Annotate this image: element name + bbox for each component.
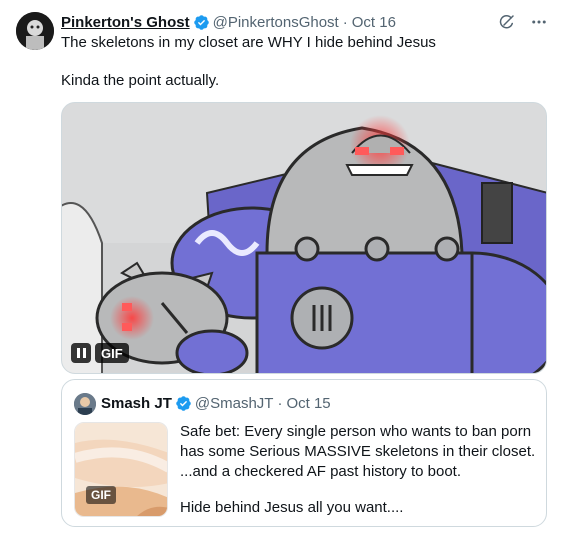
quoted-author-avatar[interactable]	[74, 393, 96, 415]
pause-icon[interactable]	[71, 343, 91, 363]
more-icon[interactable]	[529, 12, 549, 32]
author-handle[interactable]: @PinkertonsGhost	[213, 14, 339, 31]
gif-controls: GIF	[71, 343, 129, 363]
verified-badge-icon	[175, 395, 192, 412]
top-actions	[497, 12, 549, 32]
quoted-author-handle[interactable]: @SmashJT	[195, 395, 274, 412]
grok-icon[interactable]	[497, 12, 517, 32]
tweet-text-line-2: Kinda the point actually.	[61, 72, 220, 89]
quoted-text: Safe bet: Every single person who wants …	[180, 422, 535, 518]
quoted-date[interactable]: Oct 15	[286, 395, 330, 412]
tweet[interactable]: Pinkerton's Ghost @PinkertonsGhost · Oct…	[0, 0, 563, 535]
gif-media[interactable]	[61, 102, 547, 374]
author-name[interactable]: Pinkerton's Ghost	[61, 14, 190, 31]
quoted-text-line-2: has some Serious MASSIVE skeletons in th…	[180, 443, 536, 460]
author-avatar[interactable]	[16, 12, 54, 50]
gif-badge: GIF	[95, 343, 129, 363]
tweet-header: Pinkerton's Ghost @PinkertonsGhost · Oct…	[61, 13, 396, 31]
quoted-text-line-4: Hide behind Jesus all you want....	[180, 499, 404, 516]
quoted-text-line-1: Safe bet: Every single person who wants …	[180, 423, 532, 440]
verified-badge-icon	[193, 14, 210, 31]
post-date[interactable]: Oct 16	[352, 14, 396, 31]
quoted-gif-badge: GIF	[86, 486, 116, 504]
quoted-author-name[interactable]: Smash JT	[101, 395, 172, 412]
quoted-tweet[interactable]: Smash JT @SmashJT · Oct 15 GIF Safe bet:…	[61, 379, 547, 527]
quoted-text-line-3: ...and a checkered AF past history to bo…	[180, 463, 461, 480]
tweet-text-line-1: The skeletons in my closet are WHY I hid…	[61, 34, 436, 51]
separator: ·	[342, 13, 348, 31]
quoted-header: Smash JT @SmashJT · Oct 15	[101, 395, 331, 412]
separator: ·	[277, 395, 283, 412]
